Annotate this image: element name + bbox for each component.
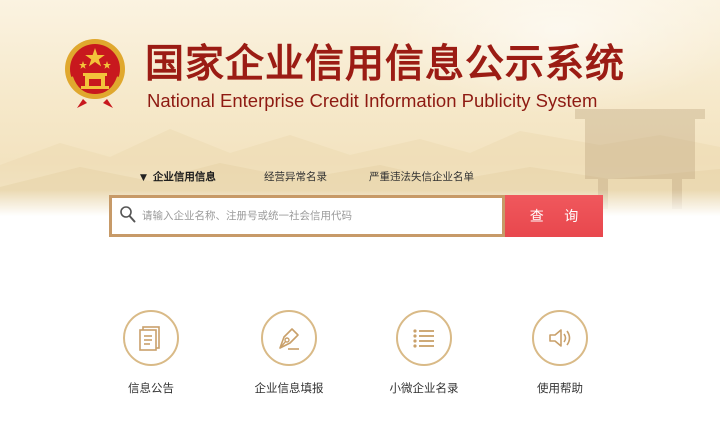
icon-ring: [261, 310, 317, 366]
icon-ring: [396, 310, 452, 366]
tab-enterprise-credit-info[interactable]: ▼ 企业信用信息: [140, 168, 216, 187]
tab-label: 经营异常名录: [264, 171, 327, 183]
feature-label: 企业信息填报: [254, 381, 324, 395]
tab-abnormal-operation-list[interactable]: 经营异常名录: [264, 168, 327, 186]
search-inner: [112, 198, 502, 234]
feature-label: 使用帮助: [537, 381, 583, 395]
feature-info-announcement[interactable]: 信息公告: [91, 310, 211, 396]
pen-nib-icon: [279, 328, 299, 350]
list-icon: [413, 329, 434, 348]
page-title: 国家企业信用信息公示系统: [145, 42, 626, 87]
search-box: [109, 195, 505, 237]
tab-label: 严重违法失信企业名单: [369, 171, 474, 183]
feature-help[interactable]: 使用帮助: [500, 310, 620, 396]
search-icon: [120, 206, 136, 223]
search-input[interactable]: [142, 198, 497, 234]
caret-down-icon: ▼: [140, 173, 147, 183]
feature-small-micro-enterprise-list[interactable]: 小微企业名录: [364, 310, 484, 396]
feature-links: 信息公告 企业信息填报 小微企业名录 使用帮助: [0, 310, 720, 410]
tab-label: 企业信用信息: [152, 171, 216, 183]
national-emblem-icon: [65, 39, 125, 108]
search-button[interactable]: 查 询: [505, 195, 603, 237]
icon-ring: [532, 310, 588, 366]
feature-label: 信息公告: [128, 381, 174, 395]
icon-ring: [123, 310, 179, 366]
search-type-tabs: ▼ 企业信用信息 经营异常名录 严重违法失信企业名单: [0, 168, 720, 188]
feature-enterprise-info-report[interactable]: 企业信息填报: [229, 310, 349, 396]
page-subtitle: National Enterprise Credit Information P…: [147, 90, 598, 111]
document-icon: [139, 326, 160, 351]
tab-serious-violation-list[interactable]: 严重违法失信企业名单: [369, 168, 474, 186]
feature-label: 小微企业名录: [389, 381, 459, 395]
search-bar: 查 询: [109, 195, 603, 237]
speaker-icon: [549, 329, 571, 347]
